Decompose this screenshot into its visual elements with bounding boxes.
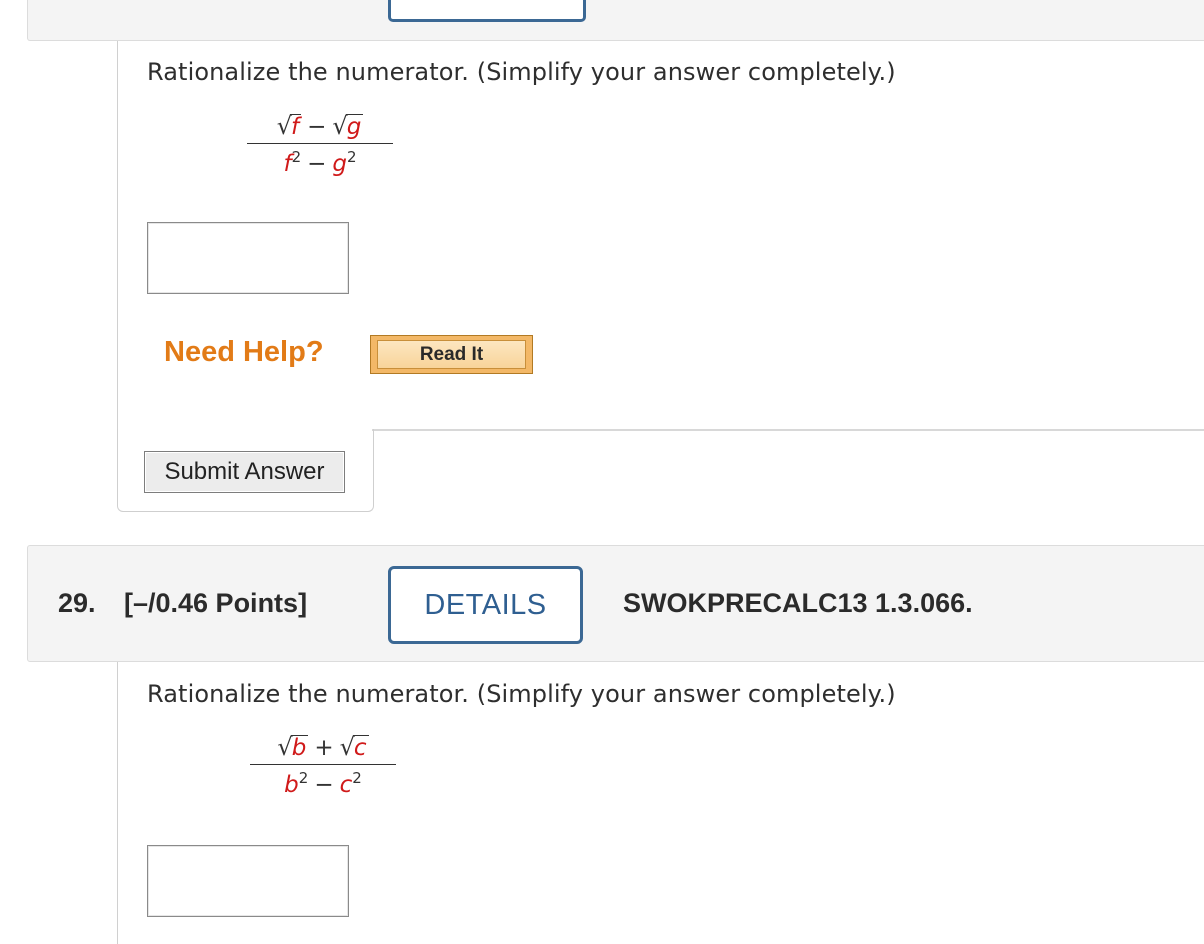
variable-c-den: c	[339, 772, 353, 798]
plus-operator: +	[314, 735, 334, 761]
fraction-bar	[247, 143, 393, 144]
variable-c: c	[353, 735, 367, 761]
exponent: 2	[291, 148, 302, 166]
details-button[interactable]: DETAILS	[388, 566, 583, 644]
variable-f: f	[291, 114, 300, 140]
sqrt-c: √c	[339, 733, 369, 761]
variable-b: b	[291, 735, 307, 761]
question-code: SWOKPRECALC13 1.3.066.	[623, 588, 973, 618]
fraction-numerator-29: √b + √c	[250, 733, 396, 761]
question-instruction-29: Rationalize the numerator. (Simplify you…	[147, 680, 896, 708]
exponent-b: 2	[298, 769, 309, 787]
fraction-expression-29: √b + √c b2− c2	[250, 733, 396, 798]
previous-details-button[interactable]	[388, 0, 586, 22]
fraction-expression: √f − √g f2− g2	[247, 112, 393, 177]
sqrt-g: √g	[332, 112, 364, 140]
answer-input-29[interactable]	[147, 845, 349, 917]
need-help-label: Need Help?	[164, 336, 324, 368]
fraction-denominator-29: b2− c2	[250, 769, 396, 798]
minus-operator-29: −	[314, 772, 334, 798]
read-it-label: Read It	[377, 340, 526, 369]
variable-g-den: g	[332, 151, 347, 177]
answer-input[interactable]	[147, 222, 349, 294]
fraction-numerator: √f − √g	[247, 112, 393, 140]
previous-question-header	[27, 0, 1204, 41]
question-instruction: Rationalize the numerator. (Simplify you…	[147, 58, 896, 86]
variable-f-den: f	[283, 151, 292, 177]
sqrt-f: √f	[276, 112, 302, 140]
exponent-c: 2	[352, 769, 362, 787]
variable-b-den: b	[284, 772, 299, 798]
content-left-rail-2	[117, 662, 118, 944]
content-left-rail	[117, 41, 118, 430]
exponent-2: 2	[347, 148, 357, 166]
question-points: [–/0.46 Points]	[124, 588, 308, 618]
read-it-button[interactable]: Read It	[370, 335, 533, 374]
submit-answer-button[interactable]: Submit Answer	[144, 451, 345, 493]
question-number: 29.	[58, 588, 96, 618]
fraction-denominator: f2− g2	[247, 148, 393, 177]
sqrt-b: √b	[277, 733, 309, 761]
divider	[372, 429, 1204, 431]
minus-operator-den: −	[307, 151, 327, 177]
fraction-bar-29	[250, 764, 396, 765]
minus-operator: −	[307, 114, 327, 140]
variable-g: g	[346, 114, 362, 140]
